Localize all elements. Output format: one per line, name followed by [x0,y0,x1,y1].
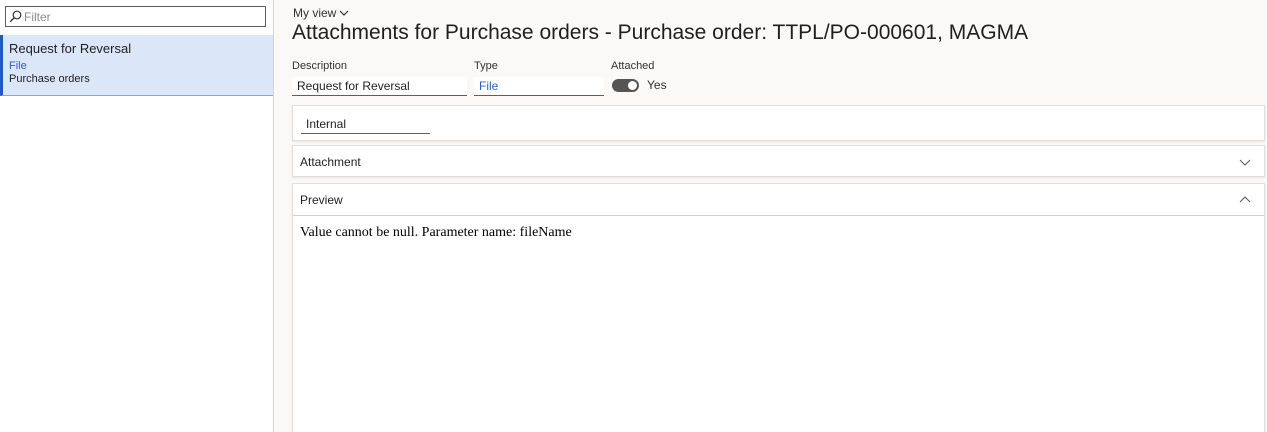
filter-box[interactable] [5,6,266,27]
restriction-field[interactable]: Internal [301,115,430,134]
attachment-section: Attachment [292,145,1265,177]
preview-section-label: Preview [300,192,343,207]
chevron-up-icon [1239,195,1251,202]
preview-section: Preview Value cannot be null. Parameter … [292,183,1265,432]
toggle-knob [628,80,637,90]
chevron-down-icon [1239,159,1251,166]
preview-section-header[interactable]: Preview [293,184,1264,216]
chevron-down-icon [339,10,349,16]
attachment-section-label: Attachment [300,155,361,169]
attached-value: Yes [647,78,667,92]
toggle-switch[interactable] [612,78,639,92]
preview-message: Value cannot be null. Parameter name: fi… [300,225,572,240]
attached-label: Attached [611,60,655,72]
list-item-module: Purchase orders [9,73,90,85]
attached-toggle[interactable]: Yes [612,78,667,92]
view-selector-label: My view [293,6,337,20]
list-item-title: Request for Reversal [9,41,132,56]
list-item[interactable]: Request for Reversal File Purchase order… [0,35,273,96]
description-label: Description [292,60,348,72]
filter-input[interactable] [24,8,262,25]
type-field[interactable]: File [474,77,604,96]
description-field[interactable]: Request for Reversal [292,77,467,96]
page-title: Attachments for Purchase orders - Purcha… [292,21,1029,44]
search-icon [9,10,22,23]
attachments-list-pane: Request for Reversal File Purchase order… [0,0,274,432]
restriction-card: Internal [292,105,1265,141]
type-label: Type [474,60,498,72]
list-item-type: File [9,60,27,72]
attachment-section-header[interactable]: Attachment [293,146,1264,178]
view-selector[interactable]: My view [293,6,349,20]
attachments-window: Request for Reversal File Purchase order… [0,0,1267,432]
details-pane: My view Attachments for Purchase orders … [275,0,1267,432]
